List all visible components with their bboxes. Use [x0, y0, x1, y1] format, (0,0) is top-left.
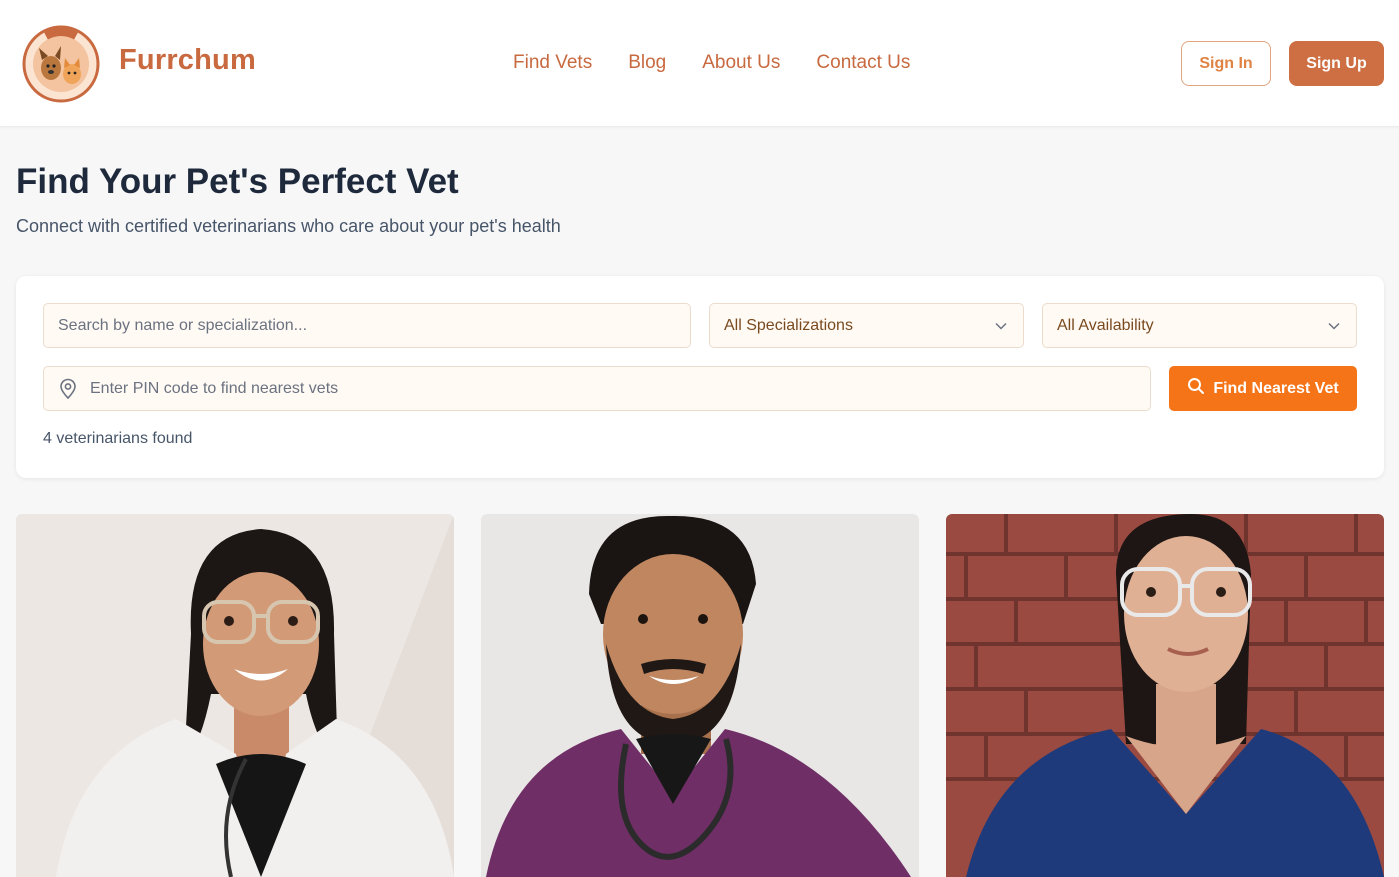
map-pin-icon — [58, 378, 78, 400]
brand-name[interactable]: Furrchum — [119, 44, 256, 77]
main-nav: Find Vets Blog About Us Contact Us — [513, 52, 910, 74]
site-header: Furrchum Find Vets Blog About Us Contact… — [0, 0, 1399, 127]
nav-about-us[interactable]: About Us — [702, 52, 780, 74]
vet-photo — [946, 514, 1384, 877]
find-nearest-vet-button[interactable]: Find Nearest Vet — [1169, 366, 1357, 411]
specialization-select[interactable]: All Specializations — [709, 303, 1024, 348]
specialization-select-value: All Specializations — [724, 316, 853, 334]
availability-select-value: All Availability — [1057, 316, 1154, 334]
search-panel: Search by name or specialization... All … — [16, 276, 1384, 478]
page-subtitle: Connect with certified veterinarians who… — [16, 216, 561, 236]
find-nearest-vet-label: Find Nearest Vet — [1213, 379, 1339, 397]
nav-blog[interactable]: Blog — [628, 52, 666, 74]
chevron-down-icon — [1328, 317, 1340, 335]
availability-select[interactable]: All Availability — [1042, 303, 1357, 348]
pin-code-placeholder: Enter PIN code to find nearest vets — [90, 379, 339, 397]
sign-up-button[interactable]: Sign Up — [1289, 41, 1384, 86]
results-count: 4 veterinarians found — [43, 430, 193, 447]
search-input[interactable]: Search by name or specialization... — [43, 303, 691, 348]
sign-in-button[interactable]: Sign In — [1181, 41, 1271, 86]
page-title: Find Your Pet's Perfect Vet — [16, 162, 459, 201]
furrchum-logo[interactable] — [22, 24, 100, 104]
vet-photo — [481, 514, 919, 877]
vet-card[interactable] — [946, 514, 1384, 877]
nav-find-vets[interactable]: Find Vets — [513, 52, 592, 74]
search-icon — [1187, 377, 1205, 400]
vet-card[interactable] — [481, 514, 919, 877]
pin-code-input[interactable]: Enter PIN code to find nearest vets — [43, 366, 1151, 411]
vet-photo — [16, 514, 454, 877]
vet-card[interactable] — [16, 514, 454, 877]
nav-contact-us[interactable]: Contact Us — [816, 52, 910, 74]
chevron-down-icon — [995, 317, 1007, 335]
search-input-placeholder: Search by name or specialization... — [58, 316, 308, 334]
